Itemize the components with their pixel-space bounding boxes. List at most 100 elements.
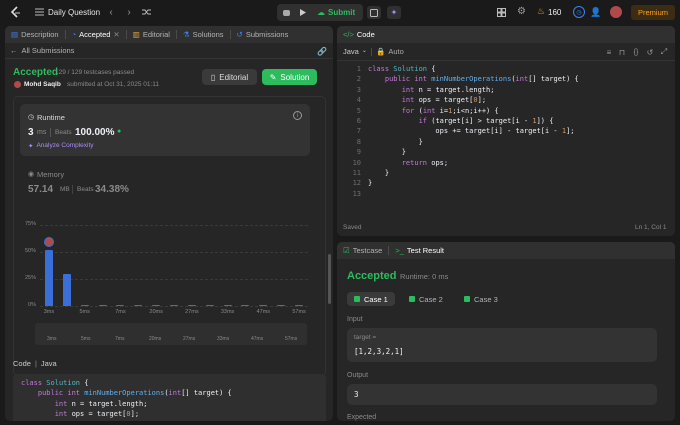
back-to-submissions[interactable]: ← All Submissions xyxy=(10,46,74,55)
analyze-complexity-link[interactable]: ✦ Analyze Complexity xyxy=(28,142,94,150)
code-line[interactable]: return ops; xyxy=(368,158,668,168)
tab-accepted[interactable]: ◔ Accepted ✕ xyxy=(66,26,126,43)
code-line[interactable]: ops += target[i] - target[i - 1]; xyxy=(368,126,668,136)
tab-editorial[interactable]: ▥ Editorial xyxy=(127,26,176,43)
tab-testcase[interactable]: ☑ Testcase xyxy=(337,242,388,259)
runtime-distribution-chart[interactable]: 75% 50% 25% 0% 3ms 5ms 7ms 20ms 27ms 33ms 47ms 57ms xyxy=(20,221,310,333)
tab-solutions[interactable]: ⚗ Solutions xyxy=(177,26,230,43)
code-line[interactable] xyxy=(368,189,668,199)
chart-bar[interactable] xyxy=(80,304,89,306)
chart-bar[interactable] xyxy=(44,249,53,306)
chart-bar[interactable] xyxy=(259,304,268,306)
code-line[interactable]: int n = target.length; xyxy=(368,85,668,95)
line-number: 3 xyxy=(356,85,361,94)
slider-tick-label: 27ms xyxy=(183,336,196,342)
author-name[interactable]: Mohd Saqib xyxy=(24,81,61,88)
auto-mode-toggle[interactable]: 🔒 Auto xyxy=(376,47,404,56)
chart-bar[interactable] xyxy=(295,304,304,306)
tab-description[interactable]: ▤ Description xyxy=(5,26,65,43)
ai-assist-icon[interactable]: ✦ xyxy=(387,6,401,19)
tab-code[interactable]: </> Code xyxy=(337,26,381,43)
chart-bar[interactable] xyxy=(98,304,107,306)
info-icon[interactable]: i xyxy=(293,111,302,120)
tab-submissions[interactable]: ↺ Submissions xyxy=(231,26,295,43)
code-line[interactable]: class Solution { xyxy=(368,64,668,74)
case-tab-2[interactable]: Case 2 xyxy=(402,292,450,306)
code-line[interactable]: } xyxy=(368,168,668,178)
code-line[interactable]: } xyxy=(368,147,668,157)
problem-list-title[interactable]: Daily Question xyxy=(48,8,100,17)
format-icon[interactable]: ≡ xyxy=(604,47,614,57)
output-value: 3 xyxy=(354,390,359,399)
code-line[interactable]: } xyxy=(368,137,668,147)
case-tab-1[interactable]: Case 1 xyxy=(347,292,395,306)
x-tick-label: 33ms xyxy=(220,309,235,315)
left-panel: ▤ Description ◔ Accepted ✕ ▥ Editorial ⚗ Solu… xyxy=(5,26,333,421)
x-tick-label: 27ms xyxy=(185,309,199,315)
chart-bar[interactable] xyxy=(187,304,196,306)
code-line[interactable]: } xyxy=(368,178,668,188)
code-line[interactable]: int ops = target[0]; xyxy=(368,95,668,105)
settings-gear-icon[interactable]: ⚙ xyxy=(516,6,527,17)
left-tab-bar: ▤ Description ◔ Accepted ✕ ▥ Editorial ⚗ Solu… xyxy=(5,26,333,43)
layout-icon[interactable] xyxy=(496,7,506,17)
expected-label: Expected xyxy=(347,414,377,421)
chart-bar[interactable] xyxy=(62,273,71,306)
code-line[interactable]: public int minNumberOperations(int[] tar… xyxy=(368,74,668,84)
chart-bar[interactable] xyxy=(116,304,125,306)
avatar[interactable] xyxy=(610,6,622,18)
editorial-button[interactable]: ▯ Editorial xyxy=(202,69,257,85)
cursor-position: Ln 1, Col 1 xyxy=(635,224,667,231)
leaf-icon: ● xyxy=(117,128,122,135)
tab-test-result[interactable]: >_ Test Result xyxy=(389,242,450,259)
x-tick-label: 47ms xyxy=(256,309,271,315)
submission-status: Accepted xyxy=(13,67,59,78)
chart-bar[interactable] xyxy=(152,304,161,306)
code-editor[interactable]: class Solution { public int minNumberOpe… xyxy=(368,64,668,199)
chart-bar[interactable] xyxy=(277,304,286,306)
slider-labels: 3ms 5ms 7ms 20ms 27ms 33ms 47ms 57ms xyxy=(35,336,307,346)
streak-count[interactable]: 160 xyxy=(548,8,561,17)
prev-problem-icon[interactable]: ‹ xyxy=(106,7,116,18)
fullscreen-icon[interactable]: ⤢ xyxy=(659,47,669,57)
memory-value: 57.14 xyxy=(28,184,54,195)
left-scrollbar[interactable] xyxy=(328,254,331,304)
link-icon[interactable]: 🔗 xyxy=(317,46,327,56)
x-tick-label: 7ms xyxy=(115,309,126,315)
submitted-code-block: class Solution { public int minNumberOpe… xyxy=(13,374,326,421)
add-user-icon[interactable]: 👤 xyxy=(590,6,602,18)
runtime-label: Runtime xyxy=(37,113,65,122)
streak-fire-icon[interactable]: ♨ xyxy=(536,6,546,17)
top-bar: Daily Question ‹ › ☁ Submit ✦ ⚙ ♨ 160 ◷ … xyxy=(0,0,680,25)
solution-button[interactable]: ✎ Solution xyxy=(262,69,317,85)
chart-bar[interactable] xyxy=(205,304,214,306)
author-avatar xyxy=(14,81,21,88)
problem-list-icon[interactable] xyxy=(34,7,44,17)
chart-bar[interactable] xyxy=(170,304,178,306)
close-tab-icon[interactable]: ✕ xyxy=(113,30,119,39)
braces-icon[interactable]: {} xyxy=(631,47,641,57)
next-problem-icon[interactable]: › xyxy=(124,7,134,18)
timer-icon[interactable]: ◷ xyxy=(573,6,585,18)
code-panel: </> Code Java ⌄ 🔒 Auto ≡ ⊓ {} ↺ ⤢ 123456789… xyxy=(337,26,675,236)
debug-icon[interactable] xyxy=(281,7,292,18)
case-tab-3[interactable]: Case 3 xyxy=(457,292,505,306)
bookmark-icon[interactable]: ⊓ xyxy=(617,47,627,57)
shuffle-icon[interactable] xyxy=(141,7,151,17)
reset-icon[interactable]: ↺ xyxy=(645,47,655,57)
notes-icon[interactable] xyxy=(367,6,381,19)
slider-tick-label: 57ms xyxy=(285,336,298,342)
runtime-value: 3 xyxy=(28,127,34,138)
chart-bar[interactable] xyxy=(134,304,143,306)
submit-button[interactable]: ☁ Submit xyxy=(313,5,362,20)
leetcode-logo-icon[interactable] xyxy=(9,5,23,19)
chart-bar[interactable] xyxy=(223,304,232,306)
chart-bar[interactable] xyxy=(241,304,250,306)
premium-button[interactable]: Premium xyxy=(631,5,675,20)
code-line[interactable]: for (int i=1;i<n;i++) { xyxy=(368,106,668,116)
run-icon[interactable] xyxy=(297,7,308,18)
code-line[interactable]: if (target[i] > target[i - 1]) { xyxy=(368,116,668,126)
language-select[interactable]: Java ⌄ xyxy=(343,47,367,56)
test-tab-bar: ☑ Testcase >_ Test Result xyxy=(337,242,675,259)
submit-label: Submit xyxy=(328,8,356,17)
